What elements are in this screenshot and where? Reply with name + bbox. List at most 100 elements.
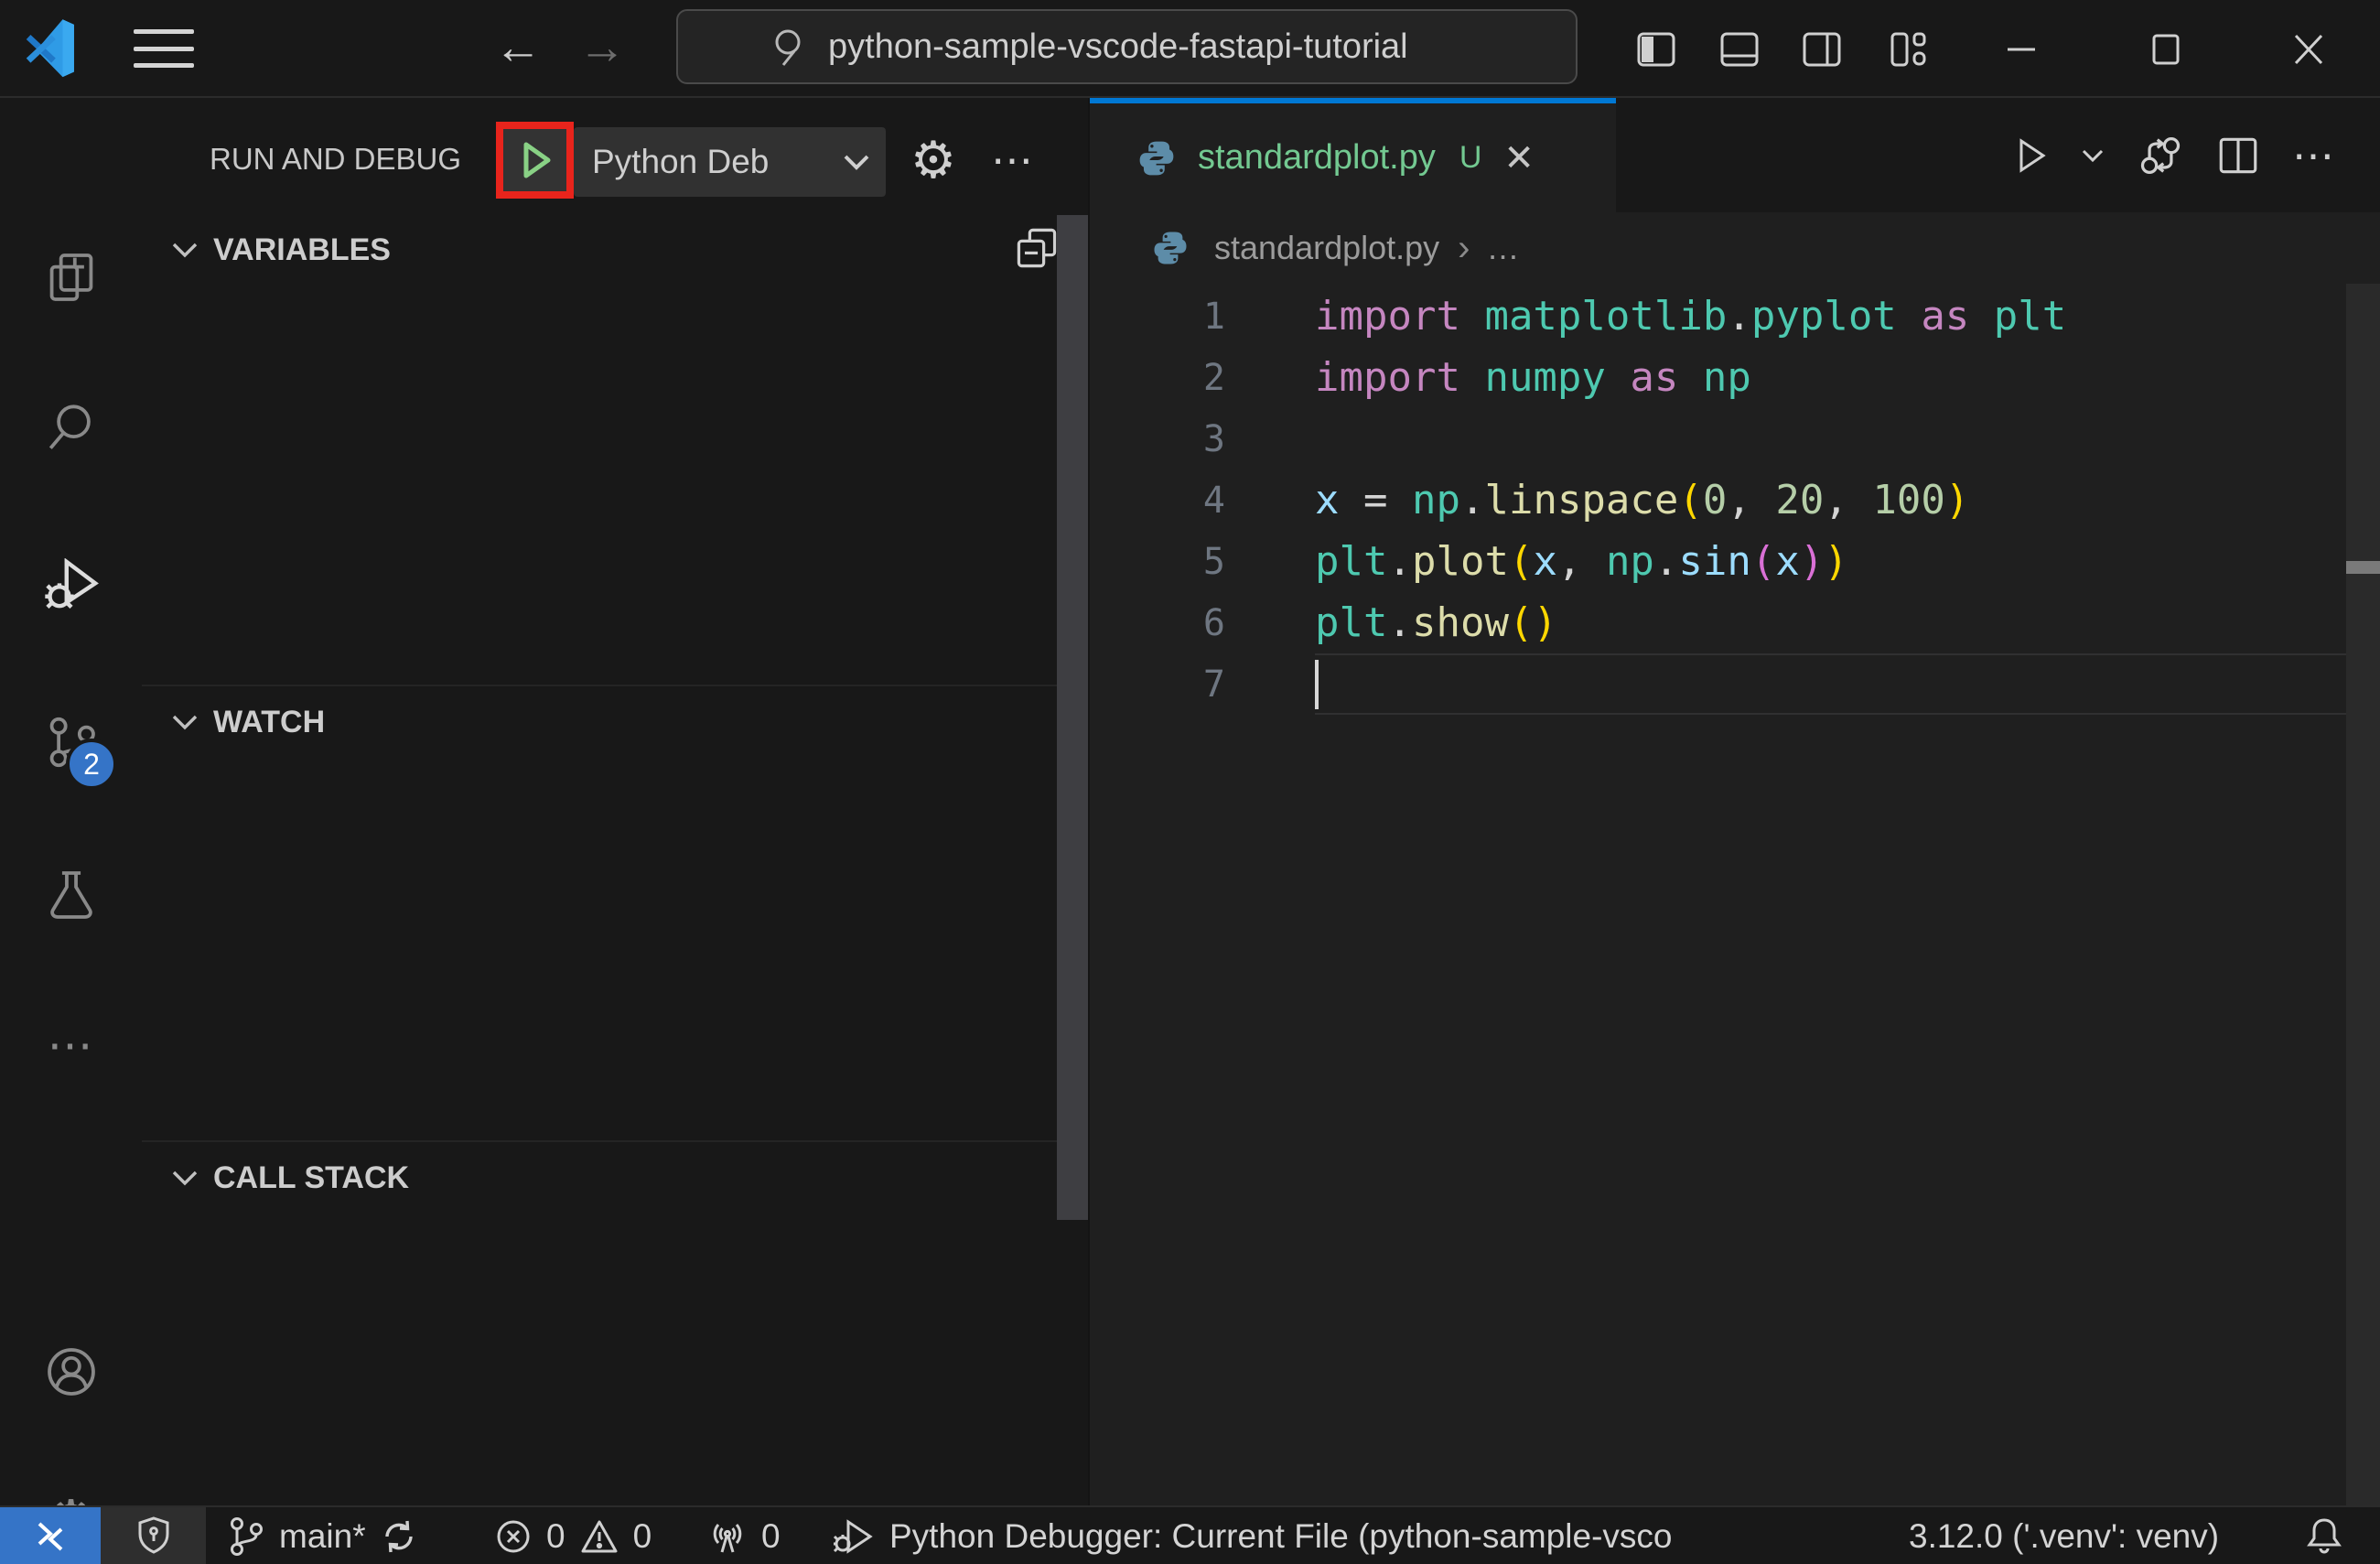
line-number[interactable]: 1 [1090, 296, 1225, 338]
vscode-window: ← → python-sample-vscode-fastapi-tutoria… [0, 0, 2380, 1564]
activity-run-debug-button[interactable] [0, 558, 142, 613]
run-dropdown-chevron[interactable] [2080, 145, 2105, 167]
editor-more-actions-button[interactable]: ⋯ [2292, 131, 2336, 180]
activity-testing-button[interactable] [0, 868, 142, 922]
notifications-button[interactable] [2299, 1507, 2350, 1564]
code-line[interactable]: 2 import numpy as np [1090, 347, 2346, 408]
tab-filename: standardplot.py [1198, 138, 1436, 177]
line-number[interactable]: 6 [1090, 602, 1225, 644]
sidebar-scrollbar[interactable] [1057, 215, 1088, 1220]
code-line[interactable]: 6 plt. show() [1090, 592, 2346, 653]
debug-status-button[interactable]: Python Debugger: Current File (python-sa… [833, 1507, 1673, 1564]
run-and-debug-sidebar: RUN AND DEBUG Python Deb ⚙ ⋯ VARIABLES W… [142, 98, 1090, 1505]
code-line[interactable]: 7 [1090, 653, 2346, 715]
toggle-secondary-sidebar-button[interactable] [1796, 26, 1847, 73]
toggle-panel-button[interactable] [1714, 26, 1765, 73]
code-line[interactable]: 1 import matplotlib. pyplot as plt [1090, 286, 2346, 347]
breadcrumb[interactable]: standardplot.py › … [1090, 212, 2380, 284]
section-watch-header[interactable]: WATCH [142, 685, 1088, 758]
command-center-search[interactable]: python-sample-vscode-fastapi-tutorial [676, 9, 1578, 84]
remote-indicator-button[interactable] [0, 1507, 101, 1564]
workspace-trust-button[interactable] [101, 1507, 206, 1564]
section-call-stack-header[interactable]: CALL STACK [142, 1140, 1088, 1213]
code-token: np [1411, 477, 1460, 523]
collapse-all-button[interactable] [1013, 224, 1061, 272]
section-label: WATCH [213, 704, 326, 739]
debug-configuration-dropdown[interactable]: Python Deb [574, 127, 886, 197]
line-content[interactable]: plt. plot(x, np. sin(x)) [1315, 531, 2346, 592]
debug-more-actions-button[interactable]: ⋯ [988, 122, 1038, 199]
code-token: plot [1411, 538, 1509, 585]
activity-more-views-button[interactable]: ⋯ [0, 1018, 142, 1073]
python-file-icon [1139, 141, 1174, 175]
python-interpreter-button[interactable]: 3.12.0 ('.venv': venv) [1909, 1507, 2219, 1564]
line-number[interactable]: 3 [1090, 418, 1225, 460]
split-editor-button[interactable] [2215, 134, 2261, 178]
customize-layout-button[interactable] [1882, 26, 1933, 73]
accounts-button[interactable] [0, 1344, 142, 1399]
line-number[interactable]: 5 [1090, 541, 1225, 583]
debug-run-icon [833, 1519, 873, 1554]
chevron-down-icon [844, 155, 869, 170]
code-token: x [1533, 538, 1557, 585]
line-number[interactable]: 4 [1090, 480, 1225, 522]
activity-search-button[interactable] [0, 400, 142, 455]
debug-status-label: Python Debugger: Current File (python-sa… [889, 1517, 1673, 1555]
line-number[interactable]: 2 [1090, 357, 1225, 399]
open-changes-icon[interactable] [2137, 133, 2184, 178]
code-line[interactable]: 4 x = np. linspace(0, 20, 100) [1090, 469, 2346, 531]
debug-settings-gear-button[interactable]: ⚙ [906, 122, 961, 199]
minimize-button[interactable] [1996, 26, 2047, 73]
code-token: . [1387, 599, 1412, 646]
python-file-icon [1154, 232, 1187, 264]
ports-button[interactable]: 0 [706, 1507, 781, 1564]
python-version-label: 3.12.0 ('.venv': venv) [1909, 1517, 2220, 1555]
panel-bottom-icon [1720, 32, 1759, 67]
maximize-button[interactable] [2140, 26, 2192, 73]
line-content[interactable] [1315, 653, 2346, 715]
run-python-file-button[interactable] [2012, 136, 2049, 175]
line-content[interactable] [1315, 408, 2346, 469]
editor-scrollbar[interactable] [2346, 284, 2380, 1505]
sidebar-left-icon [1637, 32, 1675, 67]
git-branch-icon [231, 1517, 263, 1556]
line-number[interactable]: 7 [1090, 663, 1225, 706]
source-control-badge: 2 [66, 739, 117, 790]
section-label: VARIABLES [213, 232, 391, 267]
toggle-primary-sidebar-button[interactable] [1631, 26, 1682, 73]
close-window-button[interactable] [2283, 26, 2334, 73]
git-branch-button[interactable]: main* [226, 1507, 419, 1564]
maximize-icon [2152, 34, 2180, 65]
code-line[interactable]: 5 plt. plot(x, np. sin(x)) [1090, 531, 2346, 592]
editor-group: standardplot.py U ✕ ⋯ standardplot.py › … [1090, 98, 2380, 1505]
line-content[interactable]: x = np. linspace(0, 20, 100) [1315, 469, 2346, 531]
activity-explorer-button[interactable] [0, 250, 142, 305]
code-token: . [1387, 538, 1412, 585]
code-token: sin [1678, 538, 1751, 585]
ellipsis-icon: ⋯ [991, 136, 1035, 184]
menu-hamburger-button[interactable] [134, 27, 194, 70]
problems-button[interactable]: 0 0 [493, 1507, 652, 1564]
code-line[interactable]: 3 [1090, 408, 2346, 469]
code-token: ) [1799, 538, 1825, 585]
line-content[interactable]: import matplotlib. pyplot as plt [1315, 286, 2346, 347]
start-debugging-button[interactable] [496, 122, 574, 199]
bell-icon [2307, 1518, 2342, 1554]
breadcrumb-symbol[interactable]: … [1487, 229, 1520, 267]
tab-standardplot[interactable]: standardplot.py U ✕ [1090, 98, 1616, 212]
nav-back-button[interactable]: ← [494, 20, 542, 75]
line-content[interactable]: import numpy as np [1315, 347, 2346, 408]
section-variables-header[interactable]: VARIABLES [142, 214, 1088, 286]
tab-close-button[interactable]: ✕ [1503, 137, 1535, 179]
line-content[interactable]: plt. show() [1315, 592, 2346, 653]
nav-forward-button[interactable]: → [578, 20, 626, 75]
breadcrumb-filename[interactable]: standardplot.py [1214, 229, 1439, 267]
layout-icon [1890, 32, 1926, 67]
code-token: ) [1944, 477, 1970, 523]
code-token: import [1315, 354, 1460, 401]
code-token: . [1653, 538, 1679, 585]
code-token: import [1315, 293, 1460, 340]
vscode-logo-icon [26, 19, 74, 78]
